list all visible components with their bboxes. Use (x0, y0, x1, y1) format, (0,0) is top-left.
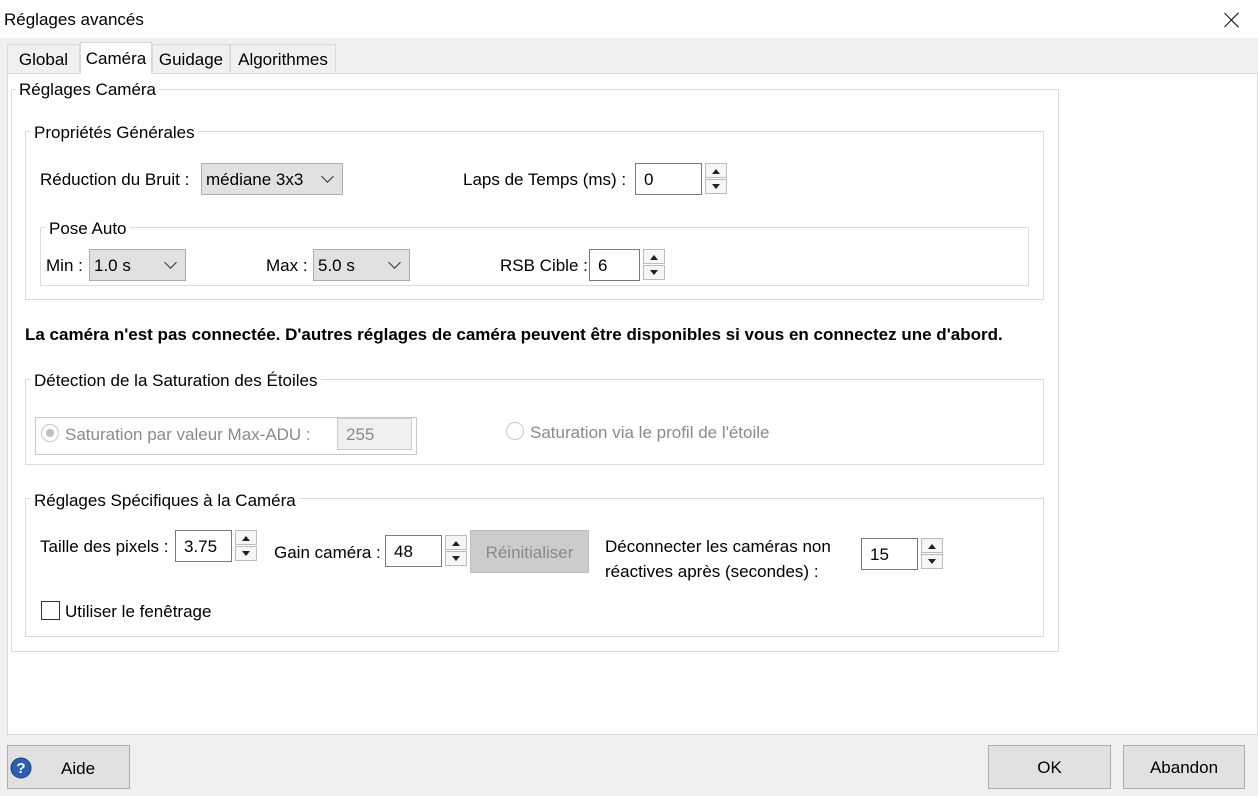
time-lapse-value: 0 (644, 170, 654, 189)
time-lapse-spinner[interactable] (705, 163, 727, 195)
windowing-checkbox[interactable] (41, 601, 60, 620)
max-exposure-label: Max : (266, 256, 308, 275)
chevron-down-icon (164, 256, 177, 269)
target-snr-spinner[interactable] (643, 249, 665, 281)
max-adu-label: Saturation par valeur Max-ADU : (65, 425, 311, 444)
help-icon: ? (10, 757, 32, 779)
disconnect-label-line1: Déconnecter les caméras non (605, 537, 831, 556)
auto-exposure-title: Pose Auto (46, 219, 130, 239)
reset-gain-label: Réinitialiser (485, 543, 574, 562)
help-button[interactable]: ? Aide (7, 745, 130, 789)
camera-gain-label: Gain caméra : (274, 543, 381, 562)
chevron-down-icon (388, 256, 401, 269)
spin-up-icon[interactable] (235, 530, 257, 545)
close-icon[interactable] (1218, 6, 1246, 34)
not-connected-message: La caméra n'est pas connectée. D'autres … (25, 325, 1003, 344)
tab-guiding[interactable]: Guidage (152, 44, 230, 72)
help-label: Aide (61, 759, 96, 778)
min-exposure-label: Min : (46, 256, 83, 275)
time-lapse-input[interactable]: 0 (635, 163, 702, 195)
target-snr-value: 6 (598, 256, 608, 275)
cancel-button[interactable]: Abandon (1123, 745, 1245, 789)
pixel-size-spinner[interactable] (235, 530, 257, 562)
pixel-size-input[interactable]: 3.75 (175, 530, 232, 562)
disconnect-timeout-input[interactable]: 15 (861, 538, 918, 570)
camera-gain-input[interactable]: 48 (385, 535, 442, 567)
time-lapse-label: Laps de Temps (ms) : (463, 170, 627, 189)
camera-gain-value: 48 (394, 542, 413, 561)
max-adu-radio[interactable] (41, 424, 59, 442)
camera-settings-title: Réglages Caméra (16, 80, 160, 100)
spin-down-icon[interactable] (921, 554, 943, 569)
spin-up-icon[interactable] (921, 538, 943, 553)
saturation-title: Détection de la Saturation des Étoiles (31, 371, 321, 391)
spin-up-icon[interactable] (445, 535, 467, 550)
noise-reduction-value: médiane 3x3 (206, 170, 304, 189)
star-profile-radio[interactable] (506, 422, 524, 440)
ok-label: OK (1037, 758, 1062, 777)
disconnect-timeout-value: 15 (870, 545, 889, 564)
max-exposure-value: 5.0 s (318, 256, 355, 275)
window-title: Réglages avancés (4, 10, 144, 29)
camera-gain-spinner[interactable] (445, 535, 467, 567)
tab-camera[interactable]: Caméra (80, 42, 152, 74)
spin-up-icon[interactable] (643, 249, 665, 264)
tab-global[interactable]: Global (7, 44, 80, 72)
camera-specific-title: Réglages Spécifiques à la Caméra (31, 491, 299, 511)
pixel-size-value: 3.75 (184, 537, 218, 556)
max-exposure-select[interactable]: 5.0 s (313, 249, 410, 281)
star-profile-label: Saturation via le profil de l'étoile (530, 423, 770, 442)
tab-label: Algorithmes (238, 50, 328, 69)
chevron-down-icon (321, 170, 334, 183)
max-adu-value: 255 (346, 425, 375, 444)
disconnect-timeout-spinner[interactable] (921, 538, 943, 570)
title-bar: Réglages avancés (0, 0, 1258, 38)
noise-reduction-label: Réduction du Bruit : (40, 170, 190, 189)
cancel-label: Abandon (1149, 758, 1219, 777)
noise-reduction-select[interactable]: médiane 3x3 (201, 163, 343, 195)
max-adu-input[interactable]: 255 (337, 418, 412, 450)
spin-down-icon[interactable] (445, 551, 467, 566)
pixel-size-label: Taille des pixels : (40, 537, 169, 556)
spin-down-icon[interactable] (705, 179, 727, 194)
tab-label: Caméra (85, 49, 147, 68)
spin-up-icon[interactable] (705, 163, 727, 178)
general-properties-title: Propriétés Générales (31, 123, 198, 143)
reset-gain-button[interactable]: Réinitialiser (470, 530, 589, 573)
target-snr-label: RSB Cible : (500, 256, 588, 275)
min-exposure-value: 1.0 s (94, 256, 131, 275)
disconnect-label-line2: réactives après (secondes) : (605, 562, 819, 581)
min-exposure-select[interactable]: 1.0 s (89, 249, 186, 281)
disconnect-label: Déconnecter les caméras non réactives ap… (605, 534, 831, 584)
svg-text:?: ? (16, 760, 25, 777)
tab-algorithms[interactable]: Algorithmes (230, 44, 336, 72)
windowing-label: Utiliser le fenêtrage (65, 602, 212, 621)
ok-button[interactable]: OK (988, 745, 1111, 789)
target-snr-input[interactable]: 6 (589, 249, 640, 281)
spin-down-icon[interactable] (235, 546, 257, 561)
tab-label: Guidage (158, 50, 224, 69)
spin-down-icon[interactable] (643, 265, 665, 280)
tab-label: Global (18, 50, 69, 69)
